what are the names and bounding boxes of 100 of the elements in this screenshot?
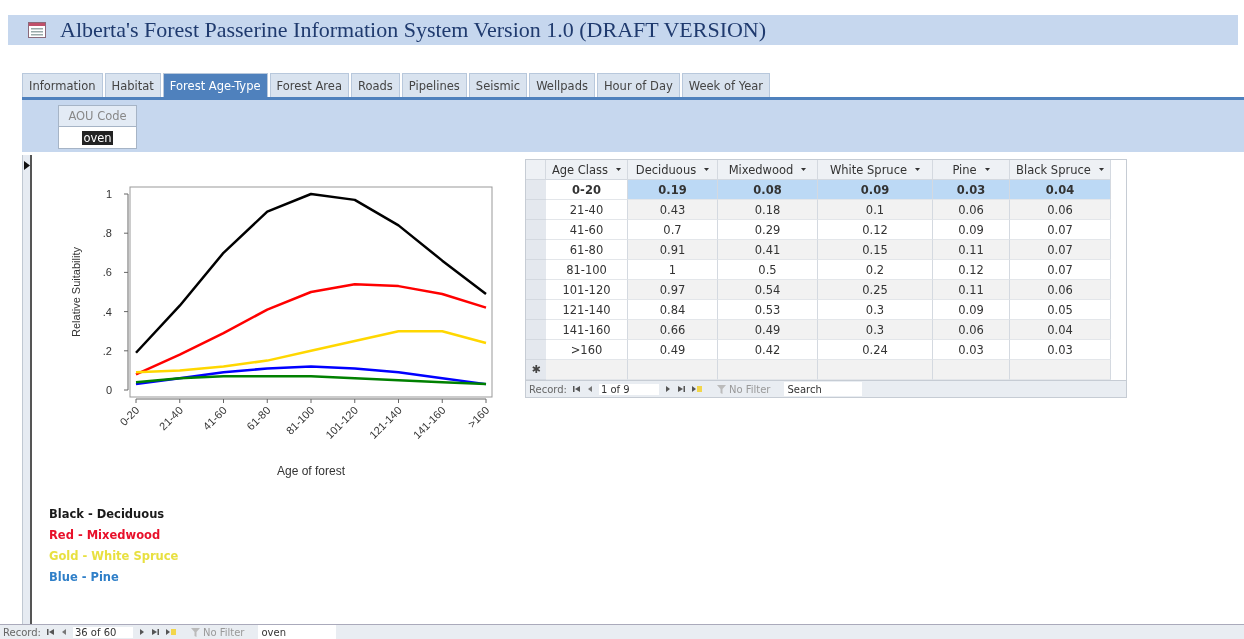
header-corner [526, 160, 546, 180]
column-header[interactable]: Pine [933, 160, 1010, 180]
next-record-icon[interactable] [138, 628, 145, 636]
tab[interactable]: Habitat [104, 73, 161, 97]
next-record-icon[interactable] [664, 385, 671, 393]
aou-code-field[interactable]: oven [59, 126, 136, 148]
column-header[interactable]: White Spruce [818, 160, 933, 180]
table-cell: 0.04 [1010, 180, 1111, 200]
column-header[interactable]: Mixedwood [718, 160, 818, 180]
column-header[interactable]: Age Class [546, 160, 628, 180]
table-cell: 101-120 [546, 280, 628, 300]
last-record-icon[interactable] [676, 385, 685, 393]
table-cell: 0.11 [933, 280, 1010, 300]
table-cell: 0.03 [933, 180, 1010, 200]
table-cell: 0.3 [818, 300, 933, 320]
table-cell: 0.43 [628, 200, 718, 220]
tab[interactable]: Seismic [468, 73, 528, 97]
table-cell: 0.41 [718, 240, 818, 260]
dropdown-caret-icon[interactable] [616, 168, 622, 171]
tab[interactable]: Hour of Day [596, 73, 680, 97]
table-cell: 0.2 [818, 260, 933, 280]
table-cell: 1 [628, 260, 718, 280]
table-cell: 0.97 [628, 280, 718, 300]
legend-entry: Black - Deciduous [49, 507, 166, 521]
table-cell: 0.07 [1010, 220, 1111, 240]
table-cell: 0.3 [818, 320, 933, 340]
table-cell: 0.5 [718, 260, 818, 280]
first-record-icon[interactable] [572, 385, 581, 393]
record-selector[interactable] [22, 155, 32, 624]
last-record-icon[interactable] [150, 628, 159, 636]
current-record-icon [23, 161, 30, 170]
table-cell: 0.03 [1010, 340, 1111, 360]
table-cell: 0.24 [818, 340, 933, 360]
table-cell: 0.06 [933, 320, 1010, 340]
previous-record-icon[interactable] [586, 385, 593, 393]
aou-code-label: AOU Code [68, 108, 127, 125]
new-record-icon[interactable] [690, 385, 703, 393]
table-cell: 0.66 [628, 320, 718, 340]
legend-entry: Red - Mixedwood [49, 528, 162, 542]
table-cell: 0.54 [718, 280, 818, 300]
table-cell: 0.42 [718, 340, 818, 360]
dropdown-caret-icon[interactable] [704, 168, 710, 171]
tab[interactable]: Forest Area [269, 73, 349, 97]
record-label: Record: [3, 626, 41, 638]
filter-icon [190, 627, 200, 637]
table-cell: 0.09 [933, 300, 1010, 320]
table-cell: 0.09 [818, 180, 933, 200]
y-tick-label: .8 [102, 227, 112, 240]
y-tick-label: 1 [105, 188, 112, 200]
search-field[interactable]: Search [784, 382, 863, 396]
y-tick-label: 0 [105, 384, 112, 396]
new-record-icon[interactable] [164, 628, 177, 636]
previous-record-icon[interactable] [60, 628, 67, 636]
record-position-field[interactable]: 36 of 60 [72, 626, 133, 638]
dropdown-caret-icon[interactable] [915, 168, 921, 171]
x-tick-label: 0-20 [117, 403, 142, 428]
table-cell: 0.25 [818, 280, 933, 300]
record-label: Record: [529, 383, 567, 395]
window-title: Alberta's Forest Passerine Information System Version 1.0 (DRAFT VERSION) [60, 17, 767, 43]
search-field[interactable]: oven [258, 625, 337, 639]
table-cell: 0.53 [718, 300, 818, 320]
table-cell: 21-40 [546, 200, 628, 220]
y-axis-title: Relative Suitability [70, 247, 82, 337]
legend-entry: Gold - White Spruce [49, 549, 180, 563]
dropdown-caret-icon[interactable] [984, 168, 990, 171]
x-axis-title: Age of forest [277, 464, 345, 478]
y-tick-label: .4 [102, 305, 112, 318]
tab[interactable]: Forest Age-Type [162, 73, 268, 97]
y-tick-label: .2 [102, 344, 112, 357]
new-row-marker: ✱ [526, 360, 546, 380]
table-cell: 0.18 [718, 200, 818, 220]
filter-icon [716, 384, 726, 394]
tab[interactable]: Information [22, 73, 103, 97]
y-tick-label: .6 [102, 266, 112, 279]
tab[interactable]: Wellpads [529, 73, 595, 97]
table-cell: 0.1 [818, 200, 933, 220]
table-cell: 0.29 [718, 220, 818, 240]
table-cell: 0.06 [933, 200, 1010, 220]
tab[interactable]: Roads [350, 73, 400, 97]
table-cell: 0.04 [1010, 320, 1111, 340]
table-cell: 0.7 [628, 220, 718, 240]
table-cell: 0.03 [933, 340, 1010, 360]
dropdown-caret-icon[interactable] [1098, 168, 1104, 171]
tab[interactable]: Week of Year [681, 73, 770, 97]
column-header[interactable]: Deciduous [628, 160, 718, 180]
column-header[interactable]: Black Spruce [1010, 160, 1111, 180]
form-icon [28, 22, 46, 38]
legend-entry: Blue - Pine [49, 570, 120, 584]
first-record-icon[interactable] [46, 628, 55, 636]
tab[interactable]: Pipelines [401, 73, 467, 97]
dropdown-caret-icon[interactable] [801, 168, 807, 171]
table-cell: 0.49 [718, 320, 818, 340]
table-cell: 0.07 [1010, 240, 1111, 260]
table-cell: 0.08 [718, 180, 818, 200]
table-cell: 0.15 [818, 240, 933, 260]
table-cell: 0.49 [628, 340, 718, 360]
table-cell: 0.07 [1010, 260, 1111, 280]
table-cell: 0.09 [933, 220, 1010, 240]
table-cell: 0-20 [546, 180, 628, 200]
record-position-field[interactable]: 1 of 9 [598, 383, 659, 395]
